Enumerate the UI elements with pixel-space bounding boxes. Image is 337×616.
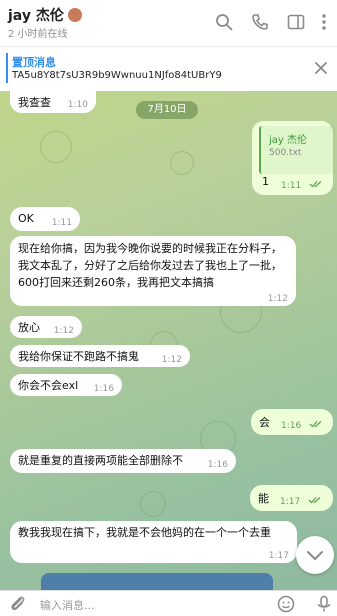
pinned-message-bar[interactable]: 置顶消息 TA5u8Y8t7sU3R9b9Wwnuu1NJfo84tUBrY9: [0, 46, 337, 92]
message-time: 1:11: [281, 181, 302, 191]
scroll-down-button[interactable]: [296, 536, 334, 574]
read-check-icon: [308, 497, 321, 504]
wallpaper-doodle: [170, 151, 194, 175]
message-input-bar: [0, 590, 337, 616]
message-bubble-outgoing[interactable]: 能 1:17: [250, 485, 333, 511]
message-bubble-incoming[interactable]: 教我我现在搞下，我就是不会他妈的在一个一个去重 1:17: [10, 521, 297, 563]
reply-quote-name: jay 杰伦: [269, 135, 308, 146]
avatar-emoji-icon: [67, 8, 82, 22]
chat-area[interactable]: 7月10日 我查查 1:10 1 1:11 jay 杰伦 500.txt OK …: [0, 91, 337, 590]
wallpaper-doodle: [40, 131, 72, 163]
chat-header: jay 杰伦 2 小时前在线: [0, 0, 337, 46]
message-text: 你会不会exl: [18, 379, 79, 392]
message-bubble-incoming[interactable]: 放心 1:12: [10, 316, 82, 338]
last-seen-status: 2 小时前在线: [8, 29, 68, 40]
pinned-title: 置顶消息: [12, 56, 56, 69]
message-time: 1:17: [280, 497, 301, 507]
message-text: 能: [258, 492, 269, 505]
message-input[interactable]: [38, 594, 262, 616]
message-text: OK: [18, 212, 34, 225]
chevron-down-icon: [307, 551, 323, 560]
sidebar-toggle-icon[interactable]: [286, 12, 306, 32]
message-time: 1:12: [161, 355, 182, 365]
reply-quote-file: 500.txt: [269, 148, 302, 158]
message-time: 1:16: [281, 421, 302, 431]
message-text: 会: [259, 416, 270, 429]
message-text: 我给你保证不跑路不搞鬼: [18, 350, 139, 363]
message-time: 1:12: [267, 294, 288, 304]
message-text: 就是重复的直接两项能全部删除不: [18, 454, 183, 467]
message-bubble-incoming[interactable]: 你会不会exl 1:16: [10, 374, 122, 396]
message-bubble-incoming[interactable]: 我查查 1:10: [10, 91, 96, 113]
message-bubble-incoming[interactable]: 就是重复的直接两项能全部删除不 1:16: [10, 449, 236, 473]
message-bubble-incoming[interactable]: 我给你保证不跑路不搞鬼 1:12: [10, 345, 190, 367]
more-options-icon[interactable]: [314, 12, 334, 32]
microphone-icon[interactable]: [314, 595, 334, 613]
message-text: 我查查: [18, 96, 51, 109]
wallpaper-doodle: [140, 491, 166, 517]
date-separator: 7月10日: [136, 101, 198, 119]
close-icon[interactable]: [313, 60, 329, 76]
emoji-icon[interactable]: [276, 595, 296, 613]
message-bubble-incoming[interactable]: 现在给你搞，因为我今晚你说要的时候我正在分料子，我文本乱了，分好了之后给你发过去…: [10, 236, 296, 306]
message-text: 放心: [18, 321, 40, 334]
contact-name[interactable]: jay 杰伦: [8, 5, 82, 25]
message-time: 1:12: [53, 326, 74, 336]
pinned-indicator: [6, 53, 8, 83]
message-text: 教我我现在搞下，我就是不会他妈的在一个一个去重: [18, 526, 271, 539]
message-time: 1:10: [67, 100, 88, 110]
message-time: 1:16: [207, 460, 228, 470]
pinned-text: TA5u8Y8t7sU3R9b9Wwnuu1NJfo84tUBrY9: [12, 70, 222, 81]
photo-message-preview[interactable]: [41, 573, 273, 590]
contact-name-text: jay 杰伦: [8, 8, 64, 24]
message-bubble-outgoing[interactable]: 会 1:16: [251, 409, 333, 435]
message-time: 1:17: [268, 551, 289, 561]
attachment-icon[interactable]: [8, 595, 28, 613]
phone-icon[interactable]: [250, 12, 270, 32]
message-text: 现在给你搞，因为我今晚你说要的时候我正在分料子，我文本乱了，分好了之后给你发过去…: [18, 242, 282, 289]
message-time: 1:11: [51, 218, 72, 228]
message-text: 1: [262, 175, 269, 188]
search-icon[interactable]: [214, 12, 234, 32]
read-check-icon: [309, 421, 322, 428]
message-time: 1:16: [93, 384, 114, 394]
reply-quote[interactable]: jay 杰伦 500.txt: [259, 126, 335, 174]
message-bubble-incoming[interactable]: OK 1:11: [10, 207, 80, 231]
read-check-icon: [309, 181, 322, 188]
